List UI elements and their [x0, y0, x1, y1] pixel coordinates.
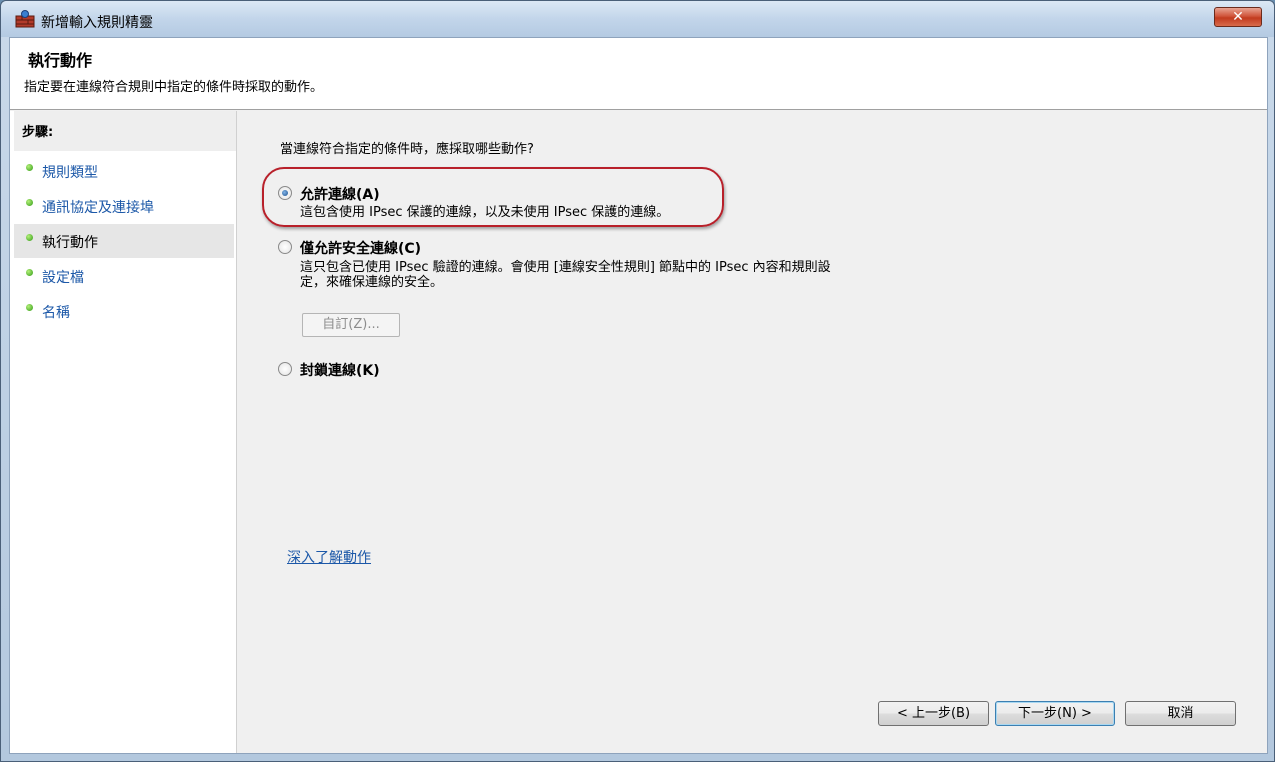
- sidebar-item-label: 通訊協定及連接埠: [42, 200, 154, 216]
- sidebar-item-label: 設定檔: [42, 270, 84, 286]
- sidebar-item-label: 規則類型: [42, 165, 98, 181]
- wizard-window: 新增輸入規則精靈 ✕ 執行動作 指定要在連線符合規則中指定的條件時採取的動作。 …: [0, 0, 1275, 762]
- cancel-button[interactable]: 取消: [1125, 701, 1236, 726]
- page-title: 執行動作: [28, 51, 93, 70]
- allow-connection-desc: 這包含使用 IPsec 保護的連線，以及未使用 IPsec 保護的連線。: [300, 205, 670, 220]
- allow-secure-connection-desc-line2: 定，來確保連線的安全。: [300, 275, 444, 290]
- step-bullet-icon: [26, 164, 33, 171]
- block-connection-radio[interactable]: [278, 362, 292, 376]
- allow-secure-connection-radio[interactable]: [278, 240, 292, 254]
- sidebar-item-label: 名稱: [42, 305, 70, 321]
- page-subtitle: 指定要在連線符合規則中指定的條件時採取的動作。: [24, 80, 324, 95]
- wizard-header: 執行動作 指定要在連線符合規則中指定的條件時採取的動作。: [10, 38, 1267, 110]
- steps-heading: 步驟:: [14, 111, 236, 151]
- allow-connection-radio[interactable]: [278, 186, 292, 200]
- step-bullet-icon: [26, 234, 33, 241]
- customize-button[interactable]: 自訂(Z)...: [302, 313, 400, 337]
- allow-secure-connection-label[interactable]: 僅允許安全連線(C): [300, 238, 421, 258]
- window-title: 新增輸入規則精靈: [41, 15, 153, 31]
- firewall-icon: [15, 10, 35, 28]
- step-bullet-icon: [26, 304, 33, 311]
- close-button[interactable]: ✕: [1214, 7, 1262, 27]
- sidebar-item-label: 執行動作: [42, 235, 98, 251]
- sidebar-item-profile[interactable]: 設定檔: [14, 259, 234, 293]
- wizard-main-panel: 當連線符合指定的條件時，應採取哪些動作? 允許連線(A) 這包含使用 IPsec…: [238, 111, 1267, 753]
- block-connection-label[interactable]: 封鎖連線(K): [300, 360, 380, 380]
- title-bar[interactable]: 新增輸入規則精靈 ✕: [1, 1, 1274, 37]
- sidebar-item-name[interactable]: 名稱: [14, 294, 234, 328]
- step-bullet-icon: [26, 269, 33, 276]
- sidebar-item-rule-type[interactable]: 規則類型: [14, 154, 234, 188]
- step-bullet-icon: [26, 199, 33, 206]
- allow-secure-connection-desc-line1: 這只包含已使用 IPsec 驗證的連線。會使用 [連線安全性規則] 節點中的 I…: [300, 260, 831, 275]
- sidebar-item-protocol-port[interactable]: 通訊協定及連接埠: [14, 189, 234, 223]
- wizard-client-area: 執行動作 指定要在連線符合規則中指定的條件時採取的動作。 步驟: 規則類型 通訊…: [9, 37, 1268, 754]
- allow-connection-label[interactable]: 允許連線(A): [300, 184, 380, 204]
- sidebar-item-action[interactable]: 執行動作: [14, 224, 234, 258]
- next-button[interactable]: 下一步(N) >: [995, 701, 1115, 726]
- steps-sidebar: 步驟: 規則類型 通訊協定及連接埠 執行動作 設定檔 名稱: [10, 111, 237, 753]
- back-button[interactable]: < 上一步(B): [878, 701, 989, 726]
- action-question: 當連線符合指定的條件時，應採取哪些動作?: [280, 142, 534, 157]
- learn-more-link[interactable]: 深入了解動作: [287, 547, 371, 567]
